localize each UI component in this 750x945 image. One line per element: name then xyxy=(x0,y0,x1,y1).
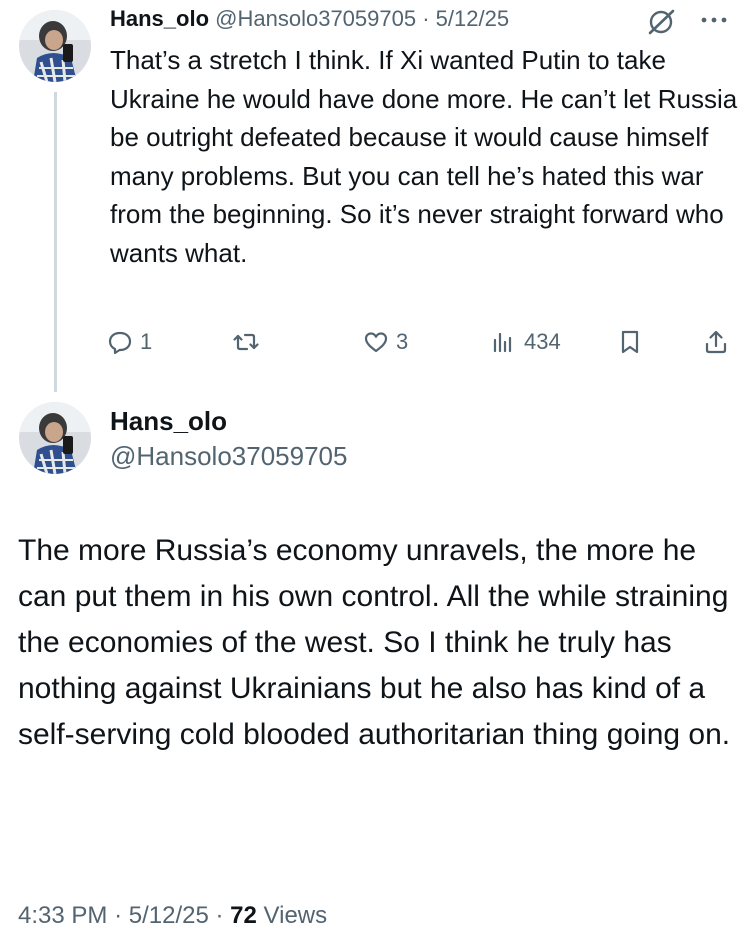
views-button[interactable]: 434 xyxy=(490,322,561,362)
reply-count: 1 xyxy=(140,329,153,354)
retweet-icon xyxy=(233,333,259,351)
retweet-button[interactable] xyxy=(232,322,266,362)
reply-action-bar: 1 3 434 xyxy=(100,322,740,362)
views-label: Views xyxy=(263,902,328,929)
reply-text: That’s a stretch I think. If Xi wanted P… xyxy=(110,45,738,268)
more-icon[interactable] xyxy=(696,8,732,32)
reply-author-handle[interactable]: @Hansolo37059705 xyxy=(215,6,416,31)
tweet-meta: 4:33 PM · 5/12/25 · 72 Views xyxy=(18,900,327,932)
main-tweet-text: The more Russia’s economy unravels, the … xyxy=(18,534,731,751)
bookmark-icon xyxy=(621,330,639,354)
bookmark-button[interactable] xyxy=(616,322,644,362)
heart-icon xyxy=(364,332,388,353)
share-button[interactable] xyxy=(702,322,730,362)
main-author-name[interactable]: Hans_olo xyxy=(110,405,227,437)
like-count: 3 xyxy=(396,329,409,354)
view-count: 434 xyxy=(524,329,561,354)
reply-separator: · xyxy=(422,6,430,31)
share-icon xyxy=(705,330,727,354)
views-count[interactable]: 72 xyxy=(230,902,257,929)
meta-separator: · xyxy=(215,902,224,929)
tweet-date[interactable]: 5/12/25 xyxy=(129,902,209,929)
analytics-icon xyxy=(493,332,512,353)
avatar[interactable] xyxy=(19,10,91,82)
comment-icon xyxy=(108,331,132,355)
tweet-time[interactable]: 4:33 PM xyxy=(18,902,107,929)
grok-icon[interactable] xyxy=(646,7,676,37)
avatar[interactable] xyxy=(19,402,91,474)
like-button[interactable]: 3 xyxy=(362,322,408,362)
main-author-handle[interactable]: @Hansolo37059705 xyxy=(110,440,347,472)
thread-connector-line xyxy=(54,92,57,392)
reply-author-name[interactable]: Hans_olo xyxy=(110,6,209,31)
reply-button[interactable]: 1 xyxy=(106,322,152,362)
reply-date[interactable]: 5/12/25 xyxy=(436,6,509,31)
meta-separator: · xyxy=(114,902,123,929)
reply-header: Hans_olo @Hansolo37059705 · 5/12/25 xyxy=(110,4,509,34)
